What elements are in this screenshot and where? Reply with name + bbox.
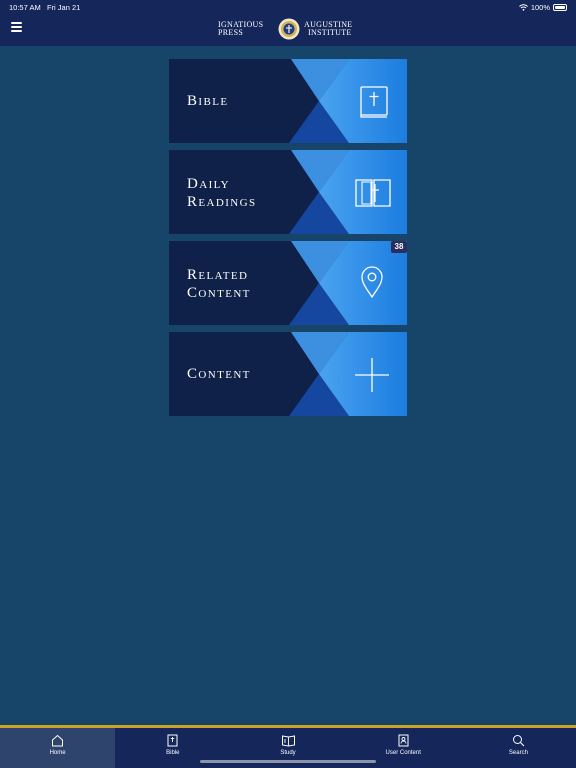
status-date-text: Fri Jan 21 bbox=[46, 3, 81, 12]
tab-label: Search bbox=[508, 750, 528, 756]
wifi-icon bbox=[518, 4, 528, 11]
search-icon bbox=[512, 735, 525, 747]
hamburger-menu-button[interactable] bbox=[11, 22, 22, 32]
bible-icon bbox=[167, 734, 178, 747]
tile-related-content[interactable]: Related Content 38 bbox=[169, 241, 407, 325]
tile-label-line1: Related bbox=[187, 267, 249, 283]
status-indicators: 100% bbox=[518, 3, 567, 12]
menu-line bbox=[11, 30, 22, 32]
tile-bible[interactable]: Bible bbox=[169, 59, 407, 143]
battery-percent: 100% bbox=[530, 3, 550, 12]
status-time-text: 10:57 AM bbox=[9, 3, 41, 12]
plus-icon bbox=[355, 358, 389, 392]
tile-label-line2: Readings bbox=[187, 194, 257, 210]
tab-home[interactable]: Home bbox=[0, 728, 116, 768]
tab-label: User Content bbox=[385, 750, 421, 756]
logo-ignatius-press: IGNATIOUS PRESS bbox=[218, 21, 274, 37]
location-pin-icon bbox=[361, 266, 383, 298]
tab-label: Home bbox=[49, 750, 66, 756]
logo-augustine-institute: AUGUSTINE INSTITUTE bbox=[304, 21, 352, 37]
tile-label: Bible bbox=[187, 93, 229, 109]
tile-label: Daily Readings bbox=[187, 175, 256, 211]
user-content-icon bbox=[398, 734, 409, 747]
logo-right-line2: INSTITUTE bbox=[308, 28, 352, 37]
top-bar: 10:57 AM Fri Jan 21 100% IGNATIOUS PRESS… bbox=[0, 0, 576, 46]
logo-left-line2: PRESS bbox=[218, 28, 244, 37]
tile-label-line2: Content bbox=[187, 285, 251, 301]
tab-label: Bible bbox=[166, 750, 180, 756]
status-time: 10:57 AM Fri Jan 21 bbox=[9, 3, 80, 12]
home-icon bbox=[52, 734, 64, 747]
tile-daily-readings[interactable]: Daily Readings bbox=[169, 150, 407, 234]
home-indicator bbox=[200, 760, 376, 763]
related-content-count-badge: 38 bbox=[391, 241, 407, 253]
tab-label: Study bbox=[280, 750, 296, 756]
tab-search[interactable]: Search bbox=[461, 728, 576, 768]
menu-line bbox=[11, 26, 22, 28]
tile-label-line1: Daily bbox=[187, 176, 231, 192]
tile-content[interactable]: Content bbox=[169, 332, 407, 416]
bible-book-icon bbox=[360, 86, 388, 118]
battery-icon bbox=[553, 4, 567, 11]
menu-line bbox=[11, 22, 22, 24]
app-logo: IGNATIOUS PRESS AUGUSTINE INSTITUTE bbox=[218, 17, 360, 41]
daily-readings-icon bbox=[355, 179, 391, 207]
seal-icon bbox=[278, 18, 300, 40]
study-icon bbox=[281, 735, 295, 747]
tile-label: Content bbox=[187, 366, 251, 382]
tile-label: Related Content bbox=[187, 266, 251, 302]
